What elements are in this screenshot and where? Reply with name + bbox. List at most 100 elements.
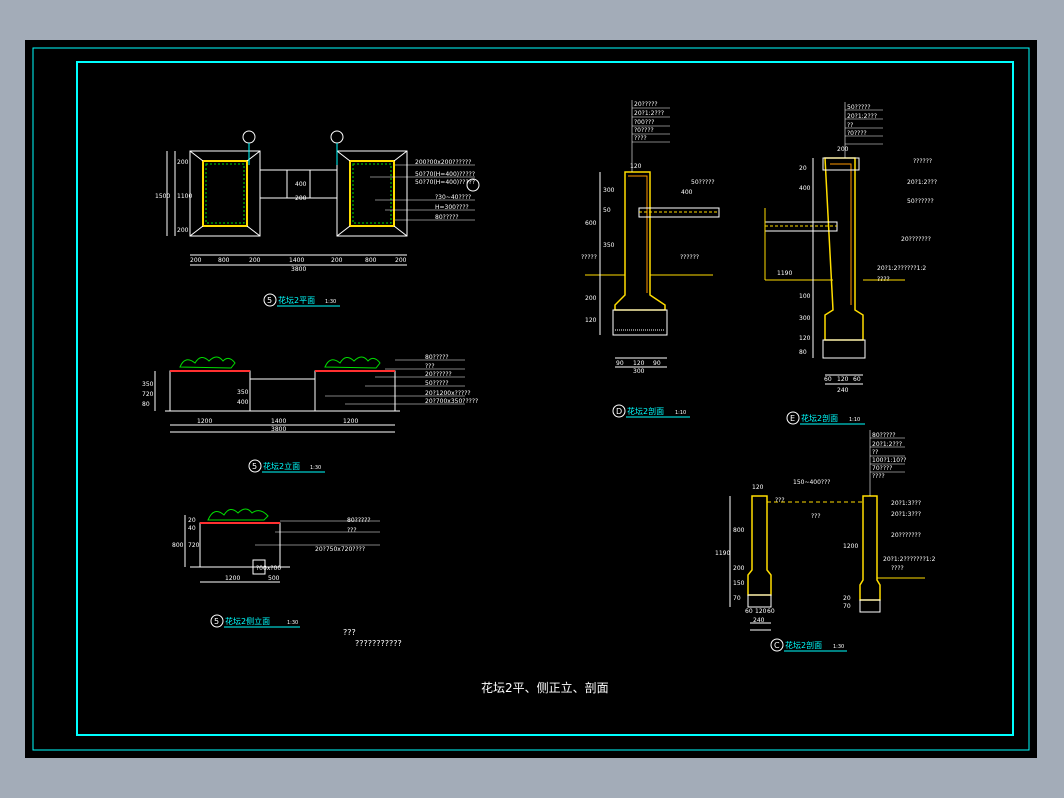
cad-drawing: 5 花坛2平面 1:30 5 花坛2立面 1:30 5 花坛2侧立面 1:30 … [32,47,1030,751]
sd-dim-l4: 300 [603,187,615,194]
sc-dim-total: 240 [753,617,765,624]
section-d [585,100,720,368]
elev-dim-m1: 400 [237,399,249,406]
sc-dim-r2: 70 [843,603,851,610]
title-elevation: 5 花坛2立面 1:30 [248,459,325,473]
elev-callout-1: ??? [425,363,435,370]
elev-dim-m0: 350 [237,389,249,396]
plan-callout-3: ?30~40???? [435,194,471,201]
sc-label-1: ??? [775,497,785,504]
sc-callout-2: ?? [872,449,878,456]
sd-label-0: 50????? [691,179,715,186]
se-label-3: 20??????? [901,236,931,243]
plan-dim-b6: 200 [395,257,407,264]
plan-dim-m1: 200 [295,195,307,202]
plan-callout-1: 50?70(H=400)????? [415,171,475,178]
plan-number: 5 [267,296,272,305]
plan-view [166,130,480,266]
elev-callout-3: 50????? [425,380,449,387]
title-section-e: E 花坛2剖面 1:10 [786,411,865,425]
side-dim-l2: 720 [188,542,200,549]
section-d-number: D [616,407,622,416]
inner-frame [76,61,1014,736]
se-dim-l5: 120 [799,335,811,342]
sc-dim-b0: 60 [745,608,753,615]
plan-callout-2: 50?70(H=400)????? [415,179,475,186]
sc-label-2: ??? [811,513,821,520]
note-line-2: ??????????? [355,639,402,648]
title-section-c: C 花坛2剖面 1:30 [770,638,847,652]
se-callout-2: ?? [847,122,853,129]
elev-callout-4: 20?1200x????? [425,390,471,397]
side-dim-b0: 1200 [225,575,240,582]
section-e-scale: 1:10 [849,417,860,423]
sc-dim-l0: 1190 [715,550,730,557]
sd-dim-l0: 600 [585,220,597,227]
section-e-title: 花坛2剖面 [801,413,838,423]
sd-callout-4: ???? [634,135,647,142]
sd-callout-1: 20?1:2??? [634,110,664,117]
section-e-text: 50????? 20?1:2??? ?? ?0???? 200 ?????? 2… [777,104,937,394]
section-c-title: 花坛2剖面 [785,640,822,650]
sc-label-0: 150~400??? [793,479,831,486]
se-dim-total: 240 [837,387,849,394]
se-label-1: 20?1:2??? [907,179,937,186]
sd-dim-b1: 120 [633,360,645,367]
sd-dim-l5: 50 [603,207,611,214]
se-label-0: ?????? [913,158,932,165]
se-dim-l3: 100 [799,293,811,300]
sc-dim-r1: 20 [843,595,851,602]
note-line-1: ??? [343,628,356,637]
outer-frame [32,47,1030,751]
side-callout-2: 20?750x720???? [315,546,365,553]
se-callout-4: 200 [837,146,849,153]
plan-callout-4: H=300???? [435,204,469,211]
sd-dim-top: 120 [630,163,642,170]
sc-label-7: ???? [891,565,904,572]
sc-dim-b2: 60 [767,608,775,615]
elevation-scale: 1:30 [310,465,321,471]
plan-dim-b2: 200 [249,257,261,264]
plan-dim-l0: 200 [177,159,189,166]
title-side: 5 花坛2侧立面 1:30 [210,614,300,628]
se-dim-l6: 80 [799,349,807,356]
plan-callout-5: 80????? [435,214,459,221]
elev-callout-5: 20?700x350????? [425,398,478,405]
plan-title: 花坛2平面 [278,295,315,305]
section-c-scale: 1:30 [833,644,844,650]
sd-dim-l3: 120 [585,317,597,324]
sd-label-1: 400 [681,189,693,196]
section-c-number: C [774,641,780,650]
sc-dim-l2: 200 [733,565,745,572]
sd-label-3: ?????? [680,254,699,261]
section-e [764,102,905,385]
sc-label-4: 20?1:3??? [891,511,921,518]
se-dim-b0: 60 [824,376,832,383]
se-dim-l2: 1190 [777,270,792,277]
sd-dim-l2: 200 [585,295,597,302]
elev-dim-b0: 1200 [197,418,212,425]
sd-dim-l1: 350 [603,242,615,249]
sd-callout-3: ?0???? [634,127,654,134]
section-e-number: E [790,414,795,423]
se-dim-l4: 300 [799,315,811,322]
plan-dim-b3: 1400 [289,257,304,264]
elev-dim-b1: 1400 [271,418,286,425]
sc-callout-4: 70???? [872,465,892,472]
se-label-4: 20?1:2??????1:2 [877,265,926,272]
sc-label-6: 20?1:2???????1:2 [883,556,936,563]
elev-dim-l2: 80 [142,401,150,408]
elev-dim-total: 3800 [271,426,286,433]
sc-callout-0: 80????? [872,432,896,439]
title-plan: 5 花坛2平面 1:30 [263,293,340,307]
se-callout-0: 50????? [847,104,871,111]
elev-callout-0: 80????? [425,354,449,361]
sc-label-3: 20?1:3??? [891,500,921,507]
title-section-d: D 花坛2剖面 1:10 [612,404,690,418]
sheet-title: 花坛2平、侧正立、剖面 [481,680,609,695]
plan-dim-b0: 200 [190,257,202,264]
elev-dim-b2: 1200 [343,418,358,425]
side-callout-1: ??? [347,527,357,534]
side-callout-0: 80????? [347,517,371,524]
side-text: 80????? ??? 20?750x720???? 1200 500 ?00x… [172,517,371,582]
